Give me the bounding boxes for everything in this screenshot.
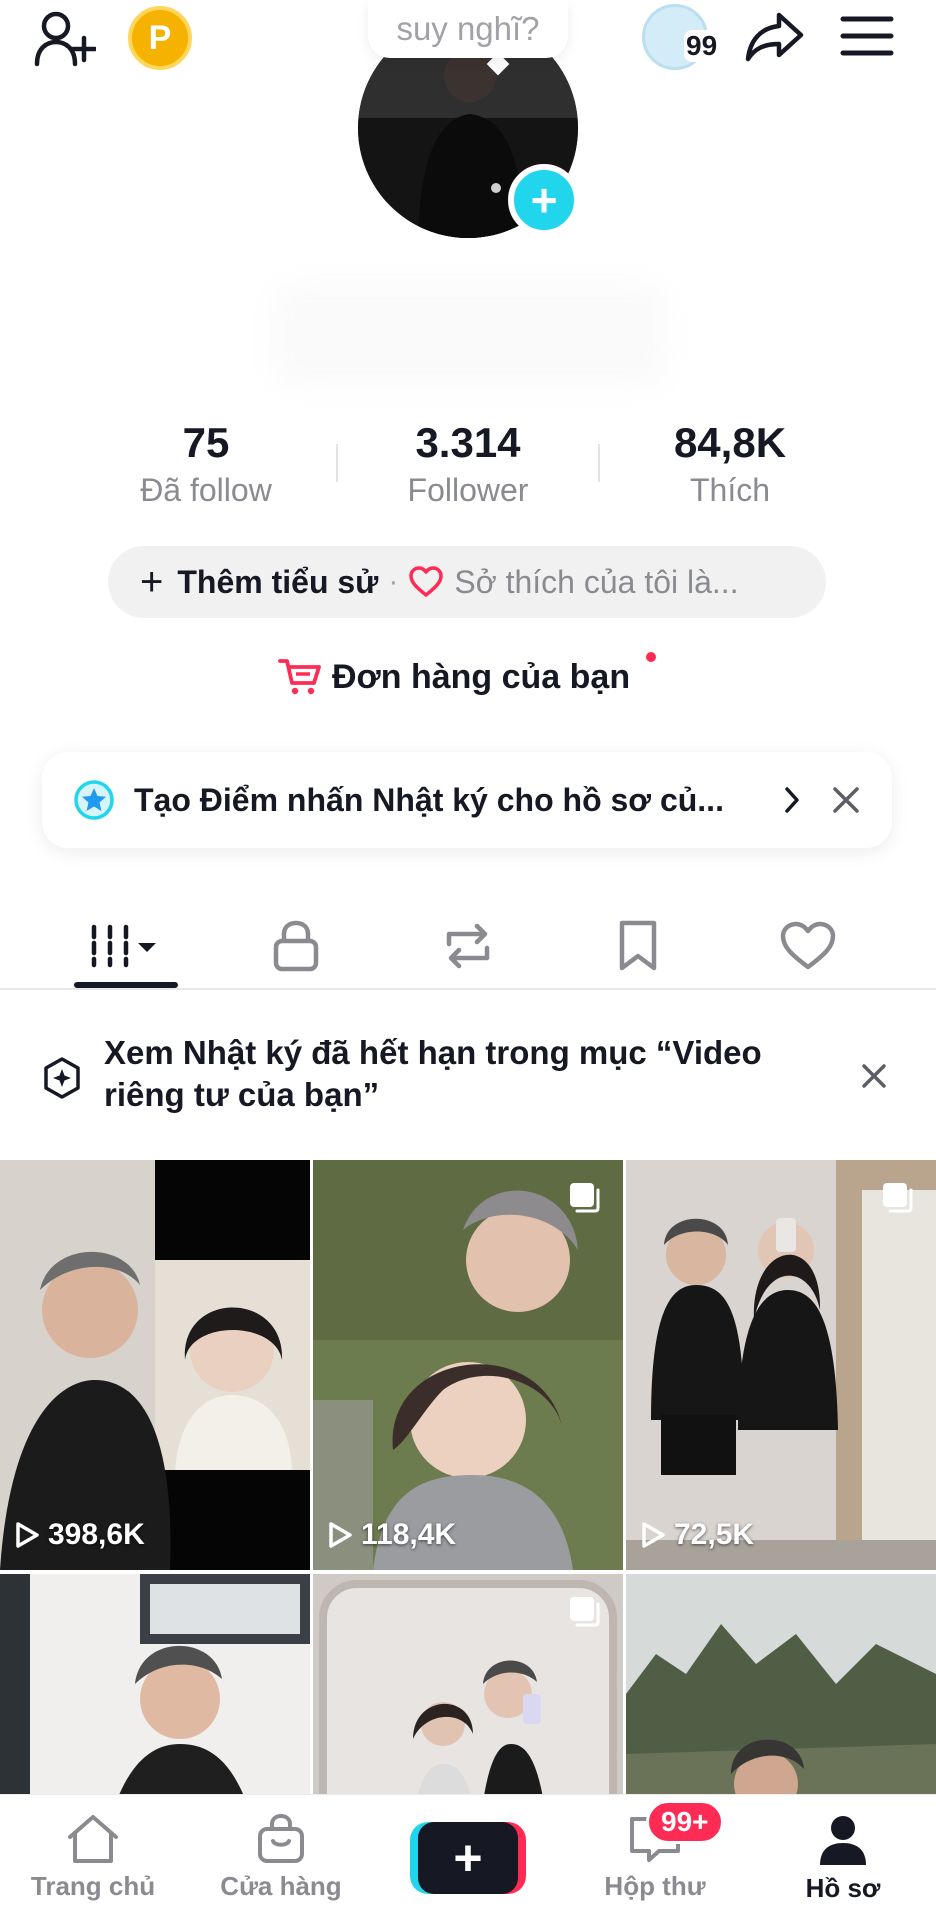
stat-followers-label: Follower (407, 472, 529, 508)
stat-likes[interactable]: 84,8K Thích (610, 418, 850, 510)
heart-outline-icon (779, 920, 837, 972)
nav-inbox-label: Hộp thư (604, 1871, 706, 1901)
close-icon[interactable] (858, 1060, 890, 1092)
stat-following[interactable]: 75 Đã follow (86, 418, 326, 510)
add-bio-label: Thêm tiểu sử (177, 563, 379, 600)
shopping-bag-icon (255, 1795, 307, 1865)
view-count-label: 72,5K (674, 1518, 755, 1551)
coins-label: P (148, 18, 172, 57)
sparkle-icon (40, 1056, 84, 1100)
bio-pill[interactable]: + Thêm tiểu sử · Sở thích của tôi là... (108, 546, 826, 618)
orders-label: Đơn hàng của bạn (332, 657, 631, 696)
nav-home-label: Trang chủ (30, 1871, 156, 1901)
video-grid: 398,6K 118,4K 72,5K (0, 1160, 936, 1920)
tab-reposts[interactable] (422, 900, 514, 992)
plus-icon: + (418, 1822, 518, 1894)
nav-home[interactable]: Trang chủ (8, 1795, 178, 1920)
stat-following-label: Đã follow (140, 472, 272, 508)
stat-divider (336, 444, 338, 482)
tab-saved[interactable] (592, 900, 684, 992)
plus-icon: + (140, 559, 164, 604)
profile-stats: 75 Đã follow 3.314 Follower 84,8K Thích (0, 418, 936, 508)
tabs-divider (0, 988, 936, 990)
nav-shop[interactable]: Cửa hàng (196, 1795, 366, 1920)
repost-icon (439, 920, 497, 972)
view-count: 398,6K (14, 1518, 145, 1552)
stat-likes-value: 84,8K (673, 419, 787, 466)
expired-diary-banner[interactable]: Xem Nhật ký đã hết hạn trong mục “Video … (0, 1000, 936, 1150)
home-icon (64, 1795, 122, 1865)
photo-carousel-icon (567, 1594, 603, 1635)
tab-private[interactable] (250, 900, 342, 992)
inbox-badge: 99+ (646, 1800, 724, 1844)
menu-icon[interactable] (838, 10, 896, 62)
hobby-field[interactable]: Sở thích của tôi là... (408, 563, 739, 601)
coins-icon[interactable]: P (128, 6, 192, 70)
create-video-button[interactable]: + (410, 1822, 526, 1894)
tab-liked[interactable] (762, 900, 854, 992)
view-count-label: 398,6K (48, 1518, 145, 1551)
star-badge-icon (72, 778, 116, 822)
view-count-label: 118,4K (361, 1518, 457, 1551)
blurred-username (270, 280, 670, 390)
share-icon[interactable] (742, 6, 808, 68)
nav-profile-label: Hồ sơ (805, 1873, 881, 1903)
cart-icon (278, 657, 322, 697)
bio-separator: · (388, 565, 399, 598)
orders-link[interactable]: Đơn hàng của bạn (278, 650, 656, 704)
stat-followers[interactable]: 3.314 Follower (348, 418, 588, 510)
heart-outline-icon (408, 566, 444, 598)
diary-highlight-card[interactable]: Tạo Điểm nhấn Nhật ký cho hồ sơ củ... (42, 752, 892, 848)
add-friend-icon[interactable] (30, 8, 100, 70)
nav-shop-label: Cửa hàng (220, 1871, 342, 1901)
add-photo-button[interactable]: + (508, 164, 580, 236)
status-thought-bubble[interactable]: suy nghĩ? (368, 0, 568, 58)
nav-profile[interactable]: Hồ sơ (758, 1795, 928, 1920)
notification-dot (646, 652, 656, 662)
photo-carousel-icon (567, 1180, 603, 1221)
view-count: 118,4K (327, 1518, 456, 1552)
tab-videos[interactable] (74, 900, 178, 992)
close-icon[interactable] (826, 780, 866, 820)
bookmark-icon (616, 919, 660, 973)
stat-followers-value: 3.314 (415, 419, 521, 466)
hobby-placeholder: Sở thích của tôi là... (454, 563, 739, 600)
story-count-badge: 99 (684, 30, 720, 62)
video-thumbnail[interactable]: 398,6K (0, 1160, 310, 1570)
profile-icon (817, 1795, 869, 1867)
stat-likes-label: Thích (689, 472, 771, 508)
video-thumbnail[interactable]: 72,5K (626, 1160, 936, 1570)
add-bio-button[interactable]: + Thêm tiểu sử (140, 560, 378, 605)
lock-icon (271, 919, 321, 973)
stat-divider (598, 444, 600, 482)
video-thumbnail[interactable]: 118,4K (313, 1160, 623, 1570)
view-count: 72,5K (640, 1518, 754, 1552)
chevron-right-icon[interactable] (782, 785, 802, 815)
stat-following-value: 75 (182, 419, 230, 466)
highlight-text: Tạo Điểm nhấn Nhật ký cho hồ sơ củ... (134, 781, 724, 818)
profile-tabs (0, 900, 936, 992)
expired-banner-text: Xem Nhật ký đã hết hạn trong mục “Video … (104, 1034, 762, 1113)
photo-carousel-icon (880, 1180, 916, 1221)
